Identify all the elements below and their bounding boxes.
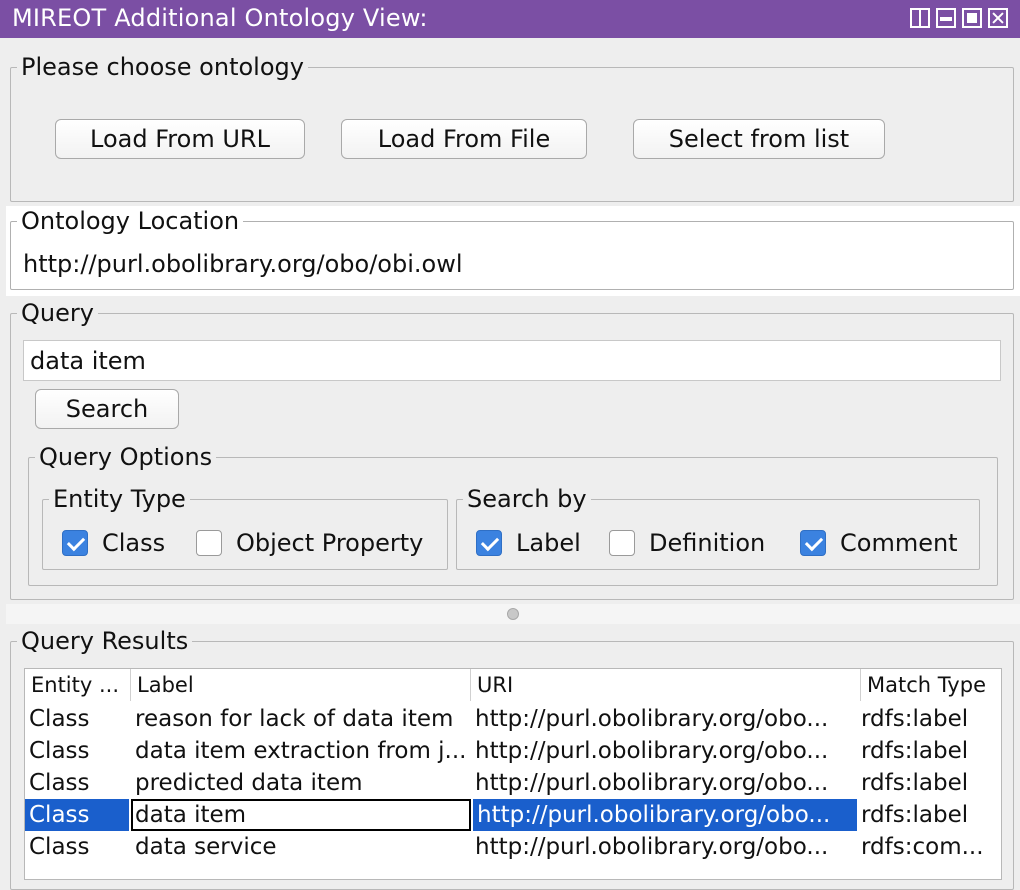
choose-ontology-legend: Please choose ontology xyxy=(21,53,304,81)
window-title: MIREOT Additional Ontology View: xyxy=(12,4,428,32)
comment-checkbox[interactable] xyxy=(800,530,826,556)
close-icon[interactable] xyxy=(988,8,1008,28)
class-checkbox-row[interactable]: Class xyxy=(62,529,165,557)
column-header-entity[interactable]: Entity ... xyxy=(25,669,131,701)
query-legend: Query xyxy=(21,299,94,327)
query-options-legend: Query Options xyxy=(39,443,213,471)
cell-match-type: rdfs:com... xyxy=(861,834,984,860)
label-checkbox-label: Label xyxy=(516,529,581,557)
label-checkbox[interactable] xyxy=(476,530,502,556)
maximize-icon[interactable] xyxy=(962,8,982,28)
definition-checkbox-row[interactable]: Definition xyxy=(609,529,765,557)
object-property-checkbox[interactable] xyxy=(196,530,222,556)
cell-entity: Class xyxy=(29,706,90,732)
cell-label: data item extraction from j... xyxy=(135,738,467,764)
split-icon[interactable] xyxy=(910,8,930,28)
cell-label: reason for lack of data item xyxy=(135,706,454,732)
definition-checkbox-label: Definition xyxy=(649,529,766,557)
label-checkbox-row[interactable]: Label xyxy=(476,529,581,557)
definition-checkbox[interactable] xyxy=(609,530,635,556)
minimize-icon[interactable] xyxy=(936,8,956,28)
window-controls xyxy=(910,8,1008,28)
query-input[interactable]: data item xyxy=(23,340,1001,381)
results-table-header: Entity ... Label URI Match Type xyxy=(25,669,1001,701)
cell-entity: Class xyxy=(25,799,129,831)
ontology-location-value[interactable]: http://purl.obolibrary.org/obo/obi.owl xyxy=(23,250,463,278)
comment-checkbox-row[interactable]: Comment xyxy=(800,529,958,557)
load-from-file-button[interactable]: Load From File xyxy=(341,119,587,159)
title-bar: MIREOT Additional Ontology View: xyxy=(0,0,1020,38)
cell-label[interactable]: data item xyxy=(131,799,471,831)
split-pane-divider[interactable] xyxy=(6,604,1020,624)
cell-entity: Class xyxy=(29,770,90,796)
entity-type-legend: Entity Type xyxy=(53,485,186,513)
class-checkbox-label: Class xyxy=(102,529,166,557)
cell-uri: http://purl.obolibrary.org/obo... xyxy=(475,770,829,796)
column-header-uri[interactable]: URI xyxy=(471,669,861,701)
ontology-location-legend: Ontology Location xyxy=(21,207,240,235)
results-table: Entity ... Label URI Match Type Class re… xyxy=(24,668,1002,880)
cell-uri: http://purl.obolibrary.org/obo... xyxy=(475,834,829,860)
object-property-checkbox-label: Object Property xyxy=(236,529,424,557)
table-row[interactable]: Class data item extraction from j... htt… xyxy=(25,735,1001,767)
entity-type-group: Entity Type xyxy=(42,486,448,570)
cell-entity: Class xyxy=(29,834,90,860)
object-property-checkbox-row[interactable]: Object Property xyxy=(196,529,423,557)
query-results-legend: Query Results xyxy=(21,627,189,655)
load-from-url-button[interactable]: Load From URL xyxy=(55,119,305,159)
splitter-handle-icon[interactable] xyxy=(507,608,519,620)
table-row-selected[interactable]: Class data item http://purl.obolibrary.o… xyxy=(25,799,1001,831)
search-button[interactable]: Search xyxy=(35,389,179,429)
cell-match-type: rdfs:label xyxy=(861,706,969,732)
comment-checkbox-label: Comment xyxy=(840,529,958,557)
table-row[interactable]: Class reason for lack of data item http:… xyxy=(25,703,1001,735)
cell-uri: http://purl.obolibrary.org/obo... xyxy=(475,738,829,764)
select-from-list-button[interactable]: Select from list xyxy=(633,119,885,159)
column-header-label[interactable]: Label xyxy=(131,669,471,701)
search-by-group: Search by xyxy=(456,486,980,570)
cell-label: predicted data item xyxy=(135,770,363,796)
class-checkbox[interactable] xyxy=(62,530,88,556)
table-row[interactable]: Class data service http://purl.obolibrar… xyxy=(25,831,1001,863)
cell-match-type: rdfs:label xyxy=(861,802,969,828)
search-by-legend: Search by xyxy=(467,485,587,513)
cell-uri: http://purl.obolibrary.org/obo... xyxy=(475,706,829,732)
table-row[interactable]: Class predicted data item http://purl.ob… xyxy=(25,767,1001,799)
cell-uri: http://purl.obolibrary.org/obo... xyxy=(473,799,857,831)
cell-match-type: rdfs:label xyxy=(861,738,969,764)
cell-entity: Class xyxy=(29,738,90,764)
cell-label: data service xyxy=(135,834,277,860)
cell-match-type: rdfs:label xyxy=(861,770,969,796)
column-header-match-type[interactable]: Match Type xyxy=(861,669,1001,701)
